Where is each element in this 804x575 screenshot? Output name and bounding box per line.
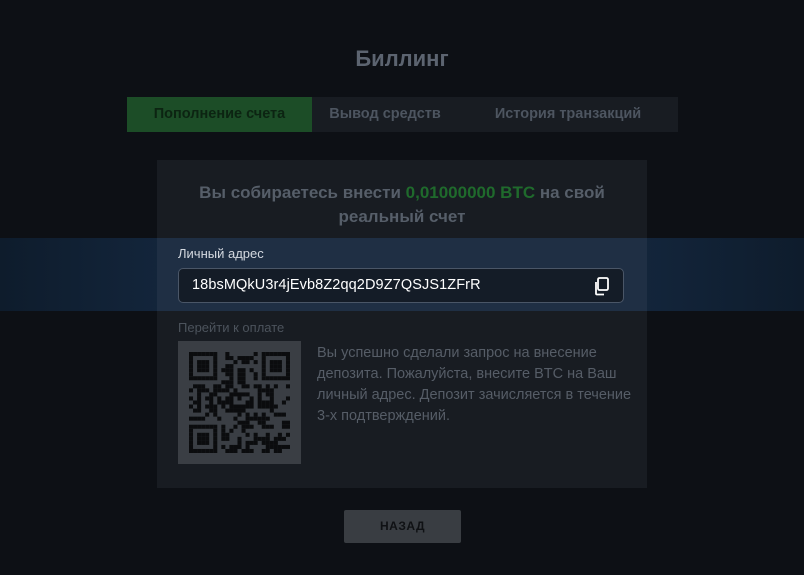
tab-withdraw[interactable]: Вывод средств bbox=[312, 97, 458, 132]
page-title: Биллинг bbox=[355, 46, 449, 71]
headline-text-before: Вы собираетесь внести bbox=[199, 183, 406, 202]
billing-tabs: Пополнение счета Вывод средств История т… bbox=[127, 97, 678, 132]
deposit-headline: Вы собираетесь внести 0,01000000 BTC на … bbox=[157, 181, 647, 229]
address-value[interactable]: 18bsMQkU3r4jEvb8Z2qq2D9Z7QSJS1ZFrR bbox=[192, 269, 481, 302]
deposit-instructions: Вы успешно сделали запрос на внесение де… bbox=[317, 345, 632, 424]
address-label: Личный адрес bbox=[178, 246, 264, 261]
address-field[interactable]: 18bsMQkU3r4jEvb8Z2qq2D9Z7QSJS1ZFrR bbox=[178, 268, 624, 303]
copy-icon[interactable] bbox=[593, 277, 610, 296]
tab-deposit[interactable]: Пополнение счета bbox=[127, 97, 312, 132]
qr-code-icon bbox=[189, 352, 290, 453]
qr-code-image bbox=[178, 341, 301, 464]
back-button[interactable]: НАЗАД bbox=[344, 510, 461, 543]
payment-label: Перейти к оплате bbox=[178, 320, 285, 335]
deposit-amount: 0,01000000 BTC bbox=[405, 183, 536, 202]
tab-transaction-history[interactable]: История транзакций bbox=[458, 97, 678, 132]
